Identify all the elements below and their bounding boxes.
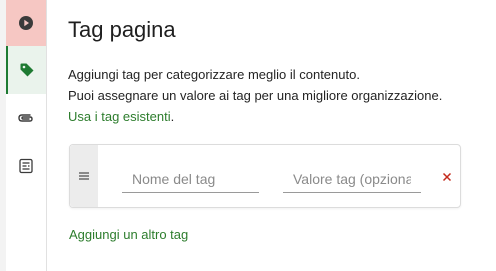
sidebar-item-play[interactable] [6, 0, 46, 46]
sidebar-item-tag[interactable] [6, 46, 46, 94]
panel-description: Aggiungi tag per categorizzare meglio il… [68, 64, 488, 127]
description-line-3: Usa i tag esistenti. [68, 106, 488, 127]
tag-value-input[interactable] [283, 165, 421, 193]
tag-row [69, 144, 461, 208]
play-circle-icon [19, 16, 33, 30]
description-line-1: Aggiungi tag per categorizzare meglio il… [68, 67, 360, 82]
close-icon [442, 172, 452, 182]
sidebar-item-attachment[interactable] [6, 94, 46, 142]
paperclip-icon [18, 114, 33, 122]
page-title: Tag pagina [68, 17, 176, 42]
side-rail [6, 0, 47, 271]
existing-tags-link[interactable]: Usa i tag esistenti [68, 109, 171, 124]
remove-tag-button[interactable] [440, 170, 454, 184]
tag-name-input[interactable] [122, 165, 259, 193]
form-icon [19, 158, 33, 174]
drag-handle[interactable] [70, 145, 98, 207]
link-suffix: . [170, 109, 175, 124]
add-tag-link[interactable]: Aggiungi un altro tag [69, 227, 188, 242]
drag-handle-icon [79, 172, 89, 180]
description-line-2: Puoi assegnare un valore ai tag per una … [68, 88, 443, 103]
tag-icon [20, 63, 34, 77]
sidebar-item-form[interactable] [6, 142, 46, 190]
tag-panel: Tag pagina Aggiungi tag per categorizzar… [47, 0, 496, 271]
